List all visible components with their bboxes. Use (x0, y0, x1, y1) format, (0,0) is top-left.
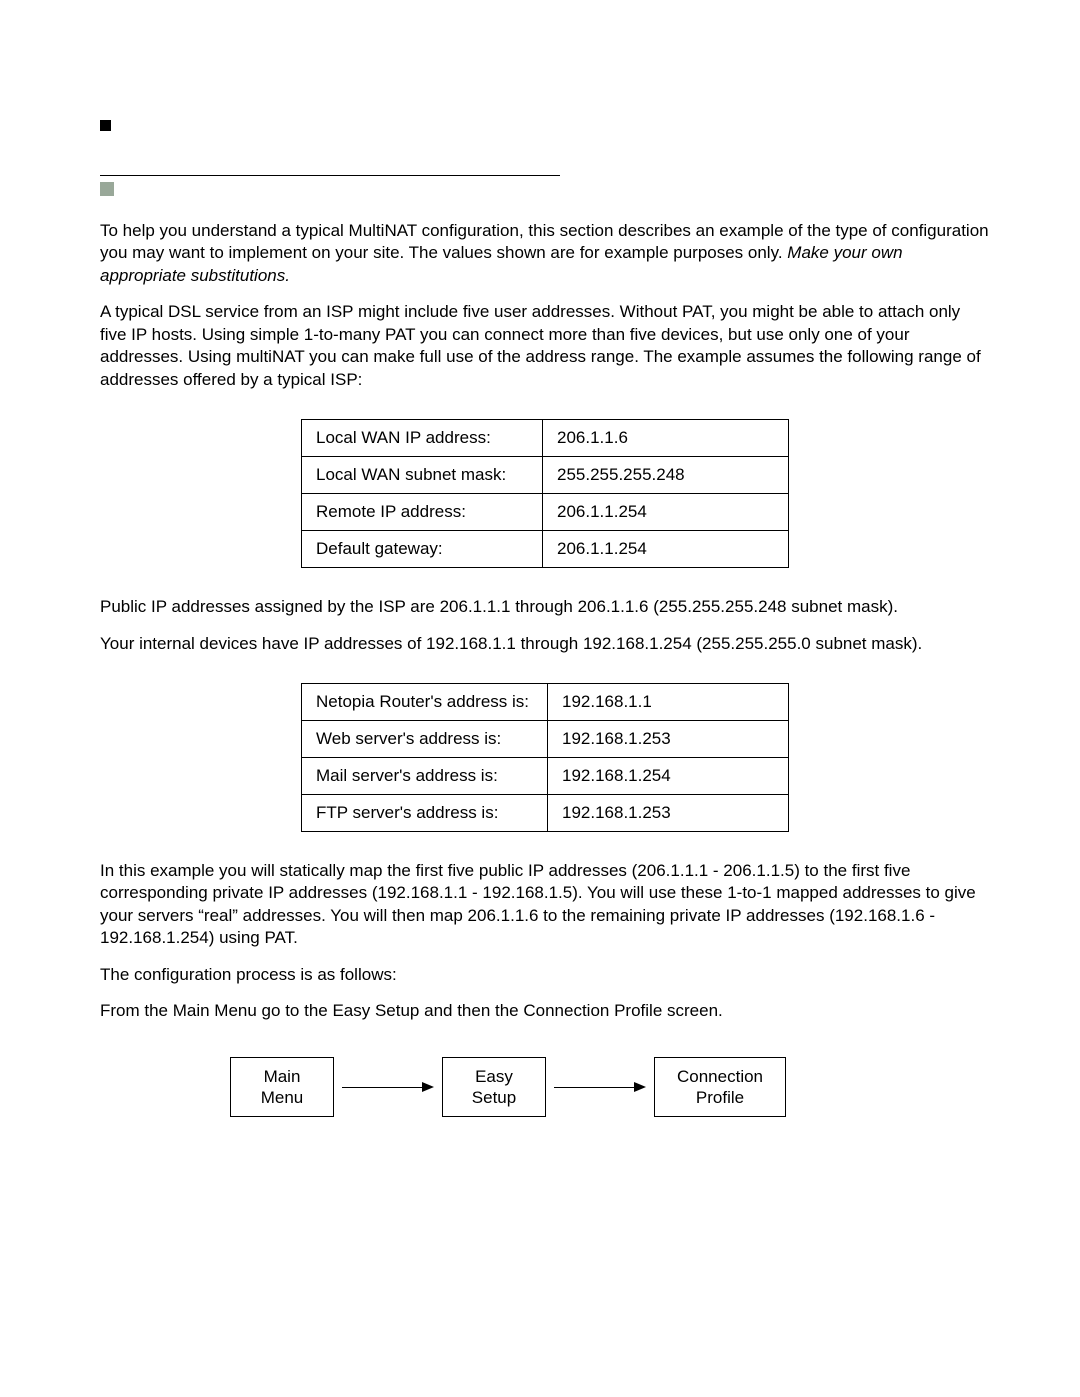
cell-label: Netopia Router's address is: (302, 683, 548, 720)
table-row: FTP server's address is: 192.168.1.253 (302, 794, 789, 831)
document-page: To help you understand a typical MultiNA… (0, 0, 1080, 1197)
paragraph-process-heading: The configuration process is as follows: (100, 964, 990, 986)
paragraph-navigation: From the Main Menu go to the Easy Setup … (100, 1000, 990, 1022)
table-row: Remote IP address: 206.1.1.254 (302, 494, 789, 531)
cell-label: Mail server's address is: (302, 757, 548, 794)
cell-value: 206.1.1.6 (543, 420, 789, 457)
navigation-flow-diagram: Main Menu Easy Setup Connection Profile (230, 1057, 990, 1118)
nav-box-line: Connection (677, 1067, 763, 1086)
nav-box-line: Easy (475, 1067, 513, 1086)
paragraph-intro: To help you understand a typical MultiNA… (100, 220, 990, 287)
table-row: Mail server's address is: 192.168.1.254 (302, 757, 789, 794)
paragraph-mapping: In this example you will statically map … (100, 860, 990, 950)
nav-box-line: Menu (261, 1088, 304, 1107)
nav-box-line: Setup (472, 1088, 516, 1107)
nav-box-line: Profile (696, 1088, 744, 1107)
nav-box-connection-profile: Connection Profile (654, 1057, 786, 1118)
nav-box-easy-setup: Easy Setup (442, 1057, 546, 1118)
wan-settings-table: Local WAN IP address: 206.1.1.6 Local WA… (301, 419, 789, 568)
table-row: Default gateway: 206.1.1.254 (302, 531, 789, 568)
cell-label: Web server's address is: (302, 720, 548, 757)
nav-box-line: Main (264, 1067, 301, 1086)
table-row: Netopia Router's address is: 192.168.1.1 (302, 683, 789, 720)
bullet-marker-icon (100, 120, 111, 131)
cell-value: 192.168.1.1 (548, 683, 789, 720)
paragraph-scenario: A typical DSL service from an ISP might … (100, 301, 990, 391)
arrow-right-icon (342, 1086, 434, 1088)
paragraph-internal-ips: Your internal devices have IP addresses … (100, 633, 990, 655)
nav-box-main-menu: Main Menu (230, 1057, 334, 1118)
section-marker-icon (100, 182, 114, 196)
table-row: Local WAN IP address: 206.1.1.6 (302, 420, 789, 457)
table-row: Local WAN subnet mask: 255.255.255.248 (302, 457, 789, 494)
cell-value: 192.168.1.253 (548, 720, 789, 757)
table-row: Web server's address is: 192.168.1.253 (302, 720, 789, 757)
cell-value: 206.1.1.254 (543, 494, 789, 531)
cell-value: 192.168.1.253 (548, 794, 789, 831)
paragraph-public-ips: Public IP addresses assigned by the ISP … (100, 596, 990, 618)
cell-value: 255.255.255.248 (543, 457, 789, 494)
internal-addresses-table: Netopia Router's address is: 192.168.1.1… (301, 683, 789, 832)
cell-label: Remote IP address: (302, 494, 543, 531)
cell-label: Local WAN subnet mask: (302, 457, 543, 494)
arrow-right-icon (554, 1086, 646, 1088)
cell-value: 192.168.1.254 (548, 757, 789, 794)
cell-label: Default gateway: (302, 531, 543, 568)
cell-label: Local WAN IP address: (302, 420, 543, 457)
cell-value: 206.1.1.254 (543, 531, 789, 568)
section-divider (100, 175, 560, 176)
cell-label: FTP server's address is: (302, 794, 548, 831)
